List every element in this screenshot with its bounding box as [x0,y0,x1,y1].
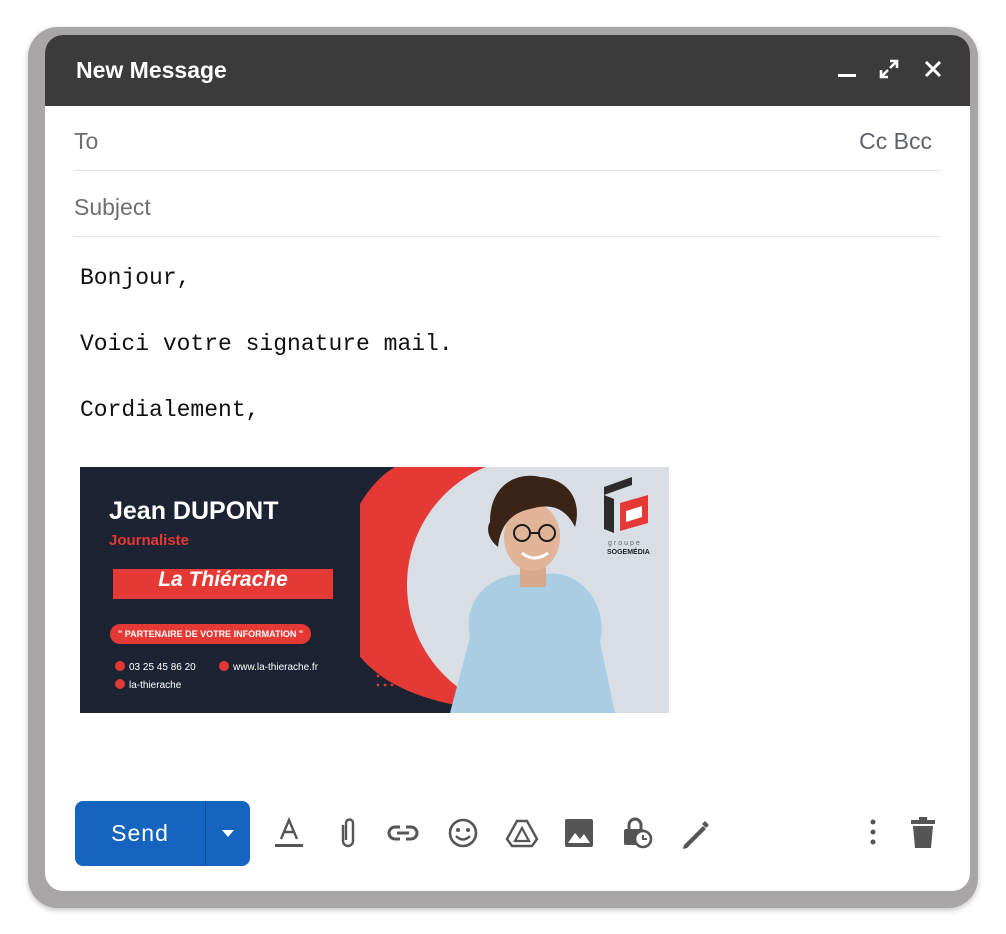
signature-role: Journaliste [109,532,190,549]
link-button[interactable] [386,815,420,851]
logo-groupe: groupe [608,540,642,547]
to-label: To [74,128,99,154]
bcc-link[interactable]: Bcc [894,128,932,154]
web-icon [219,661,229,671]
subject-field[interactable]: Subject [74,172,941,237]
facebook-contact[interactable]: la-thierache [115,679,181,691]
close-icon [924,60,942,78]
subject-label: Subject [74,194,151,220]
more-options-button[interactable] [856,815,890,851]
emoji-icon [448,818,478,848]
website-link[interactable]: www.la-thierache.fr [233,662,318,673]
phone-number: 03 25 45 86 20 [129,662,196,673]
signature-name: Jean DUPONT [109,497,279,525]
to-field[interactable]: To Cc Bcc [74,106,941,171]
logo-brand: SOGEMÉDIA [607,549,650,556]
link-icon [387,825,419,841]
body-line-greeting[interactable]: Bonjour, [80,265,190,291]
phone-contact: 03 25 45 86 20 [115,661,196,673]
format-text-icon [275,816,303,847]
chevron-down-icon [222,830,234,837]
more-options-icon [870,819,876,845]
expand-button[interactable] [872,51,906,87]
email-signature: groupe SOGEMÉDIA Jean DUPONT Journaliste… [80,467,669,713]
signature-button[interactable] [678,815,712,851]
insert-image-button[interactable] [562,815,596,851]
discard-button[interactable] [906,815,940,851]
decorative-dots-icon [376,674,394,687]
body-line-closing[interactable]: Cordialement, [80,397,259,423]
cc-bcc: Cc Bcc [859,128,932,155]
close-button[interactable] [916,51,950,87]
send-options-button[interactable] [206,801,250,866]
attach-icon [341,818,355,848]
body-line-message[interactable]: Voici votre signature mail. [80,331,453,357]
confidential-mode-button[interactable] [620,815,654,851]
title-bar: New Message [45,35,970,106]
facebook-link[interactable]: la-thierache [129,680,181,691]
minimize-button[interactable] [830,51,864,87]
tagline-pill: " PARTENAIRE DE VOTRE INFORMATION " [110,624,312,644]
trash-icon [911,817,935,848]
attach-button[interactable] [331,815,365,851]
emoji-button[interactable] [446,815,480,851]
confidential-icon [624,817,653,849]
expand-icon [879,59,899,79]
phone-icon [115,661,125,671]
minimize-icon [838,74,856,77]
drive-icon [505,819,539,848]
drive-button[interactable] [505,815,539,851]
publication-banner: La Thiérache [113,569,333,599]
send-button-group: Send [75,801,250,866]
window-title: New Message [76,57,227,83]
signature-icon [683,821,709,849]
send-button[interactable]: Send [75,801,205,866]
compose-window: New Message To Cc Bcc Subject Bonjour, V [45,35,970,891]
format-text-button[interactable] [272,815,306,851]
sogemedia-logo [604,477,648,533]
image-icon [565,819,593,847]
facebook-icon [115,679,125,689]
cc-link[interactable]: Cc [859,128,887,154]
website-contact[interactable]: www.la-thierache.fr [219,661,318,673]
